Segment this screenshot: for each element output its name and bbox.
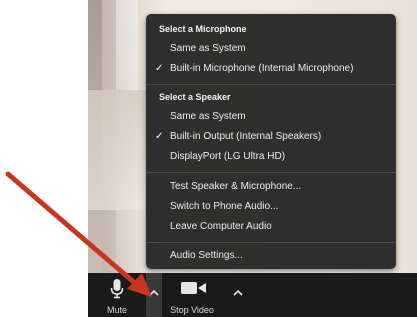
video-camera-icon (181, 282, 206, 294)
speaker-section-header: Select a Speaker (159, 92, 231, 102)
checkmark-icon: ✓ (155, 63, 164, 74)
menu-item-speaker-built-in-output[interactable]: ✓ Built-in Output (Internal Speakers) (146, 128, 396, 146)
menu-item-label: DisplayPort (LG Ultra HD) (170, 151, 286, 162)
menu-item-speaker-same-as-system[interactable]: Same as System (146, 108, 396, 126)
mute-label: Mute (106, 305, 127, 315)
checkmark-icon: ✓ (155, 131, 164, 142)
menu-divider (146, 242, 396, 243)
menu-item-speaker-displayport[interactable]: DisplayPort (LG Ultra HD) (146, 148, 396, 166)
menu-item-switch-to-phone-audio[interactable]: Switch to Phone Audio... (146, 198, 396, 216)
zoom-meeting-screenshot: Select a Microphone Same as System ✓ Bui… (0, 0, 417, 317)
menu-item-label: Built-in Output (Internal Speakers) (170, 131, 322, 142)
menu-item-label: Switch to Phone Audio... (170, 201, 279, 212)
menu-item-label: Leave Computer Audio (170, 221, 272, 232)
microphone-section-header: Select a Microphone (159, 24, 247, 34)
menu-item-label: Built-in Microphone (Internal Microphone… (170, 63, 354, 74)
menu-item-label: Test Speaker & Microphone... (170, 181, 302, 192)
menu-item-mic-same-as-system[interactable]: Same as System (146, 40, 396, 58)
stop-video-label: Stop Video (170, 305, 214, 315)
chevron-up-icon (233, 289, 243, 296)
menu-item-audio-settings[interactable]: Audio Settings... (146, 247, 396, 265)
stop-video-button[interactable]: Stop Video (168, 273, 216, 317)
menu-item-leave-computer-audio[interactable]: Leave Computer Audio (146, 218, 396, 236)
video-options-chevron-button[interactable] (230, 273, 246, 317)
audio-options-menu: Select a Microphone Same as System ✓ Bui… (146, 14, 396, 269)
menu-item-label: Audio Settings... (170, 250, 243, 261)
audio-options-chevron-button[interactable] (146, 273, 162, 317)
menu-item-mic-built-in[interactable]: ✓ Built-in Microphone (Internal Micropho… (146, 60, 396, 78)
menu-item-label: Same as System (170, 43, 246, 54)
meeting-toolbar: Mute Stop Video (88, 273, 417, 317)
microphone-icon (110, 279, 124, 299)
mute-button[interactable]: Mute (98, 273, 136, 317)
menu-item-test-speaker-microphone[interactable]: Test Speaker & Microphone... (146, 178, 396, 196)
chevron-up-icon (149, 289, 159, 296)
menu-divider (146, 84, 396, 85)
menu-item-label: Same as System (170, 111, 246, 122)
menu-divider (146, 172, 396, 173)
